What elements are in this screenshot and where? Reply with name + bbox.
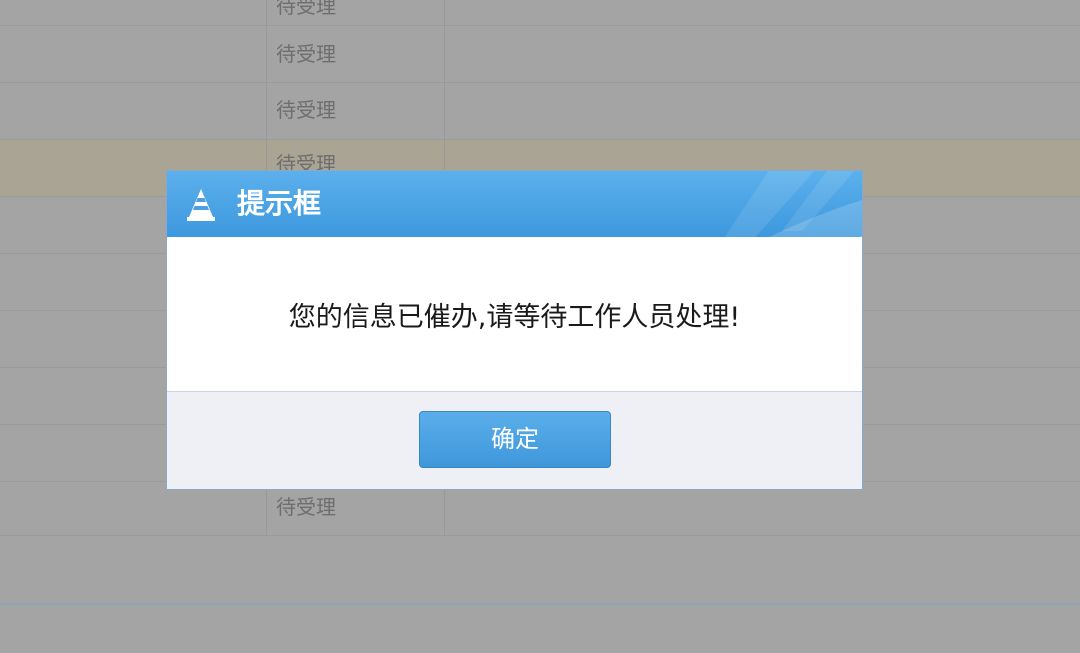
- status-cell: 待受理: [276, 495, 336, 519]
- dialog-footer: 确定: [167, 391, 862, 489]
- alert-dialog: 提示框 您的信息已催办,请等待工作人员处理! 确定: [167, 171, 862, 489]
- table-row: 待受理: [0, 0, 1080, 26]
- header-decoration: [724, 171, 862, 237]
- status-cell: 待受理: [276, 42, 336, 66]
- status-cell: 待受理: [276, 98, 336, 122]
- column-divider: [266, 83, 267, 139]
- column-divider: [444, 83, 445, 139]
- page: 待受理 待受理 待受理 待受理 待受理 提示框 您的信息已催办,请等待工作人员处…: [0, 0, 1080, 653]
- column-divider: [266, 26, 267, 82]
- dialog-header: 提示框: [167, 171, 862, 237]
- status-cell: 待受理: [276, 0, 336, 18]
- table-row: 待受理: [0, 26, 1080, 83]
- column-divider: [266, 0, 267, 25]
- table-row: 待受理: [0, 83, 1080, 140]
- dialog-message: 您的信息已催办,请等待工作人员处理!: [288, 302, 741, 333]
- column-divider: [444, 26, 445, 82]
- footer-divider: [0, 603, 1080, 605]
- dialog-body: 您的信息已催办,请等待工作人员处理!: [167, 237, 862, 391]
- confirm-button[interactable]: 确定: [419, 411, 611, 468]
- column-divider: [444, 0, 445, 25]
- traffic-cone-icon: [187, 189, 215, 221]
- dialog-title: 提示框: [237, 187, 322, 220]
